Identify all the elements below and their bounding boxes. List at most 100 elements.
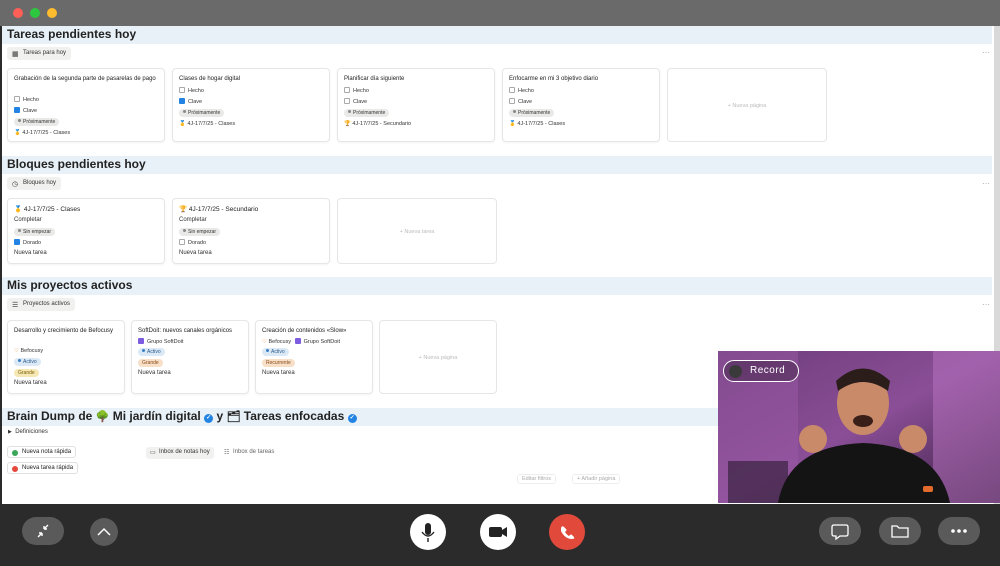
files-button[interactable] (879, 517, 921, 545)
task-card[interactable]: Enfocarme en mi 3 objetivo diario Hecho … (502, 68, 660, 142)
new-page-button[interactable]: + Nueva página (667, 68, 827, 142)
brain-title-link2[interactable]: Tareas enfocadas (244, 409, 345, 423)
checkbox-checked-icon[interactable] (179, 98, 185, 104)
hecho-checkbox[interactable]: Hecho (179, 87, 204, 94)
more-options-icon[interactable]: ··· (982, 300, 990, 309)
status-badge: Activo (14, 358, 41, 366)
block-ref[interactable]: 🥇 4J-17/7/25 - Clases (14, 130, 70, 136)
heart-icon: ♡ (14, 348, 19, 354)
brain-title-part3: y (216, 409, 224, 423)
more-button[interactable] (938, 517, 980, 545)
size-badge: Grande (14, 369, 39, 377)
clave-checkbox[interactable]: Clave (509, 98, 532, 105)
owner-prop[interactable]: ♡ Befocusy Grupo SoftDoit (262, 338, 340, 345)
card-title-text: 4J-17/7/25 - Clases (23, 206, 81, 213)
more-options-icon[interactable]: ··· (982, 179, 990, 188)
minimize-window-button[interactable] (47, 8, 57, 18)
task-card[interactable]: Clases de hogar digital Hecho Clave Próx… (172, 68, 330, 142)
block-card[interactable]: 🥇 4J-17/7/25 - Clases Completar Sin empe… (7, 198, 165, 264)
block-card[interactable]: 🏆 4J-17/7/25 - Secundario Completar Sin … (172, 198, 330, 264)
ref-label: 4J-17/7/25 - Secundario (352, 121, 412, 127)
inbox-icon: ▭ (150, 450, 156, 456)
add-page-button[interactable]: + Añadir página (572, 474, 621, 484)
end-call-button[interactable] (549, 514, 585, 550)
phone-hangup-icon (561, 526, 575, 539)
status-label: Sin empezar (23, 229, 52, 235)
new-task-button[interactable]: + Nueva tarea (337, 198, 497, 264)
camera-button[interactable] (480, 514, 516, 550)
nueva-tarea-button[interactable]: Nueva tarea (262, 370, 295, 376)
view-tab-bloques[interactable]: ◷ Bloques hoy (7, 177, 62, 190)
more-options-icon[interactable]: ··· (982, 48, 990, 57)
owner-prop[interactable]: ♡ Befocusy (14, 348, 43, 354)
task-card[interactable]: Planificar día siguiente Hecho Clave Pró… (337, 68, 495, 142)
hecho-checkbox[interactable]: Hecho (14, 96, 39, 103)
close-window-button[interactable] (13, 8, 23, 18)
window-titlebar (0, 0, 1000, 26)
checkbox-icon[interactable] (179, 87, 185, 93)
expand-up-button[interactable] (90, 518, 118, 546)
checkbox-icon[interactable] (344, 98, 350, 104)
block-ref[interactable]: 🥇 4J-17/7/25 - Clases (509, 121, 565, 127)
prop-label: Hecho (518, 88, 534, 94)
hecho-checkbox[interactable]: Hecho (344, 87, 369, 94)
completar-button[interactable]: Completar (179, 217, 207, 223)
nueva-tarea-button[interactable]: Nueva tarea (14, 380, 47, 386)
quick-note-button[interactable]: Nueva nota rápida (7, 446, 77, 458)
brain-title-link1[interactable]: Mi jardín digital (113, 409, 201, 423)
nueva-tarea-button[interactable]: Nueva tarea (179, 250, 212, 256)
checkbox-icon[interactable] (509, 98, 515, 104)
chat-button[interactable] (819, 517, 861, 545)
status-badge: Activo (138, 348, 165, 356)
card-title: Enfocarme en mi 3 objetivo diario (509, 76, 599, 82)
plant-icon: 🌳 (95, 411, 110, 423)
clave-checkbox[interactable]: Clave (179, 98, 202, 105)
microphone-button[interactable] (410, 514, 446, 550)
record-dot-icon (729, 364, 742, 378)
checkbox-icon[interactable] (14, 96, 20, 102)
group-prop[interactable]: Grupo SoftDoit (138, 338, 183, 345)
definiciones-toggle[interactable]: ▶ Definiciones (8, 429, 48, 435)
completar-button[interactable]: Completar (14, 217, 42, 223)
project-card[interactable]: SoftDoit: nuevos canales orgánicos Grupo… (131, 320, 249, 394)
card-title: Clases de hogar digital (179, 76, 241, 82)
checkbox-checked-icon[interactable] (14, 107, 20, 113)
tab-inbox-notas[interactable]: ▭ Inbox de notas hoy (146, 447, 214, 459)
checkbox-icon[interactable] (179, 239, 185, 245)
new-page-button[interactable]: + Nueva página (379, 320, 497, 394)
ref-label: 4J-17/7/25 - Clases (187, 121, 236, 127)
project-card[interactable]: Creación de contenidos «Slow» ♡ Befocusy… (255, 320, 373, 394)
prop-label: Clave (518, 99, 533, 105)
project-card[interactable]: Desarrollo y crecimiento de Befocusy ♡ B… (7, 320, 125, 394)
dorado-checkbox[interactable]: Dorado (179, 239, 206, 246)
size-label: Recurrente (262, 359, 295, 367)
clave-checkbox[interactable]: Clave (14, 107, 37, 114)
collapse-button[interactable] (22, 517, 64, 545)
view-tab-tareas[interactable]: ▦ Tareas para hoy (7, 47, 72, 60)
view-tab-proyectos[interactable]: ☰ Proyectos activos (7, 298, 76, 311)
quick-task-button[interactable]: Nueva tarea rápida (7, 462, 79, 474)
checkbox-icon[interactable] (509, 87, 515, 93)
edit-filters-button[interactable]: Editar filtros (517, 474, 557, 484)
verified-icon: ✓ (204, 414, 214, 423)
prop-label: Clave (353, 99, 368, 105)
hecho-checkbox[interactable]: Hecho (509, 87, 534, 94)
ref-label: 4J-17/7/25 - Clases (22, 130, 71, 136)
status-label: Próximamente (188, 110, 221, 116)
checkbox-checked-icon[interactable] (14, 239, 20, 245)
triangle-right-icon: ▶ (8, 429, 12, 435)
task-card[interactable]: Grabación de la segunda parte de pasarel… (7, 68, 165, 142)
tab-inbox-tareas[interactable]: ☷ Inbox de tareas (220, 447, 278, 459)
record-button[interactable]: Record (723, 360, 799, 382)
tab-label: Inbox de notas hoy (159, 449, 210, 455)
checkbox-icon[interactable] (344, 87, 350, 93)
zoom-window-button[interactable] (30, 8, 40, 18)
calendar-icon: ▦ (12, 51, 19, 58)
dorado-checkbox[interactable]: Dorado (14, 239, 41, 246)
block-ref[interactable]: 🥇 4J-17/7/25 - Clases (179, 121, 235, 127)
block-ref[interactable]: 🏆 4J-17/7/25 - Secundario (344, 121, 411, 127)
nueva-tarea-button[interactable]: Nueva tarea (14, 250, 47, 256)
clave-checkbox[interactable]: Clave (344, 98, 367, 105)
nueva-tarea-button[interactable]: Nueva tarea (138, 370, 171, 376)
status-label: Activo (271, 349, 285, 355)
